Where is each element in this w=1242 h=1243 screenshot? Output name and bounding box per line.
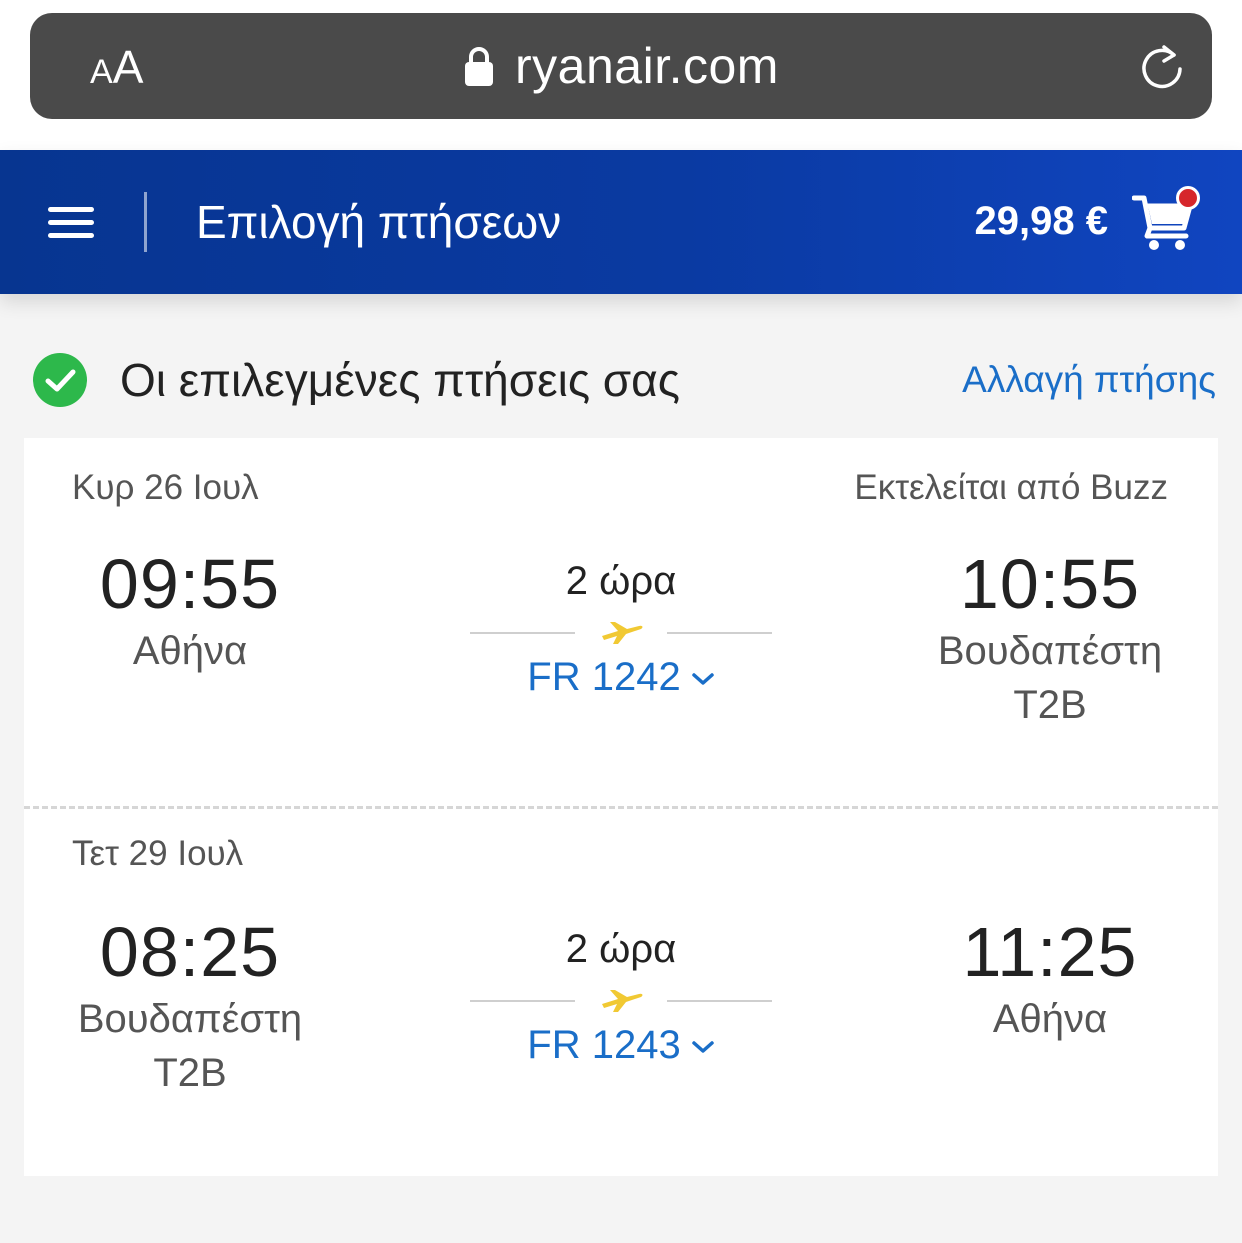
flight-number: FR 1243 [527,1023,681,1067]
flights-card: Κυρ 26 Ιουλ Εκτελείται από Buzz 09:55 Αθ… [24,438,1218,1176]
app-header: Επιλογή πτήσεων 29,98 € [0,150,1242,294]
arrival-info: 10:55 Βουδαπέστη T2B [910,544,1190,732]
section-title: Οι επιλεγμένες πτήσεις σας [120,354,680,406]
arrival-terminal: T2B [1013,683,1087,727]
header-divider [144,192,147,252]
lock-icon [465,47,494,86]
flight-route: 2 ώρα FR 1243 [470,924,772,1070]
cart-total[interactable]: 29,98 € [975,196,1108,246]
arrival-city: Βουδαπέστη [937,629,1163,673]
departure-time: 09:55 [99,545,281,623]
selected-flights-header: Οι επιλεγμένες πτήσεις σας Αλλαγή πτήσης [0,340,1242,420]
flight-operator: Εκτελείται από Buzz [854,468,1168,507]
arrival-info: 11:25 Αθήνα [910,912,1190,1046]
menu-icon[interactable] [48,207,96,239]
flight-route: 2 ώρα FR 1242 [470,556,772,702]
arrival-time: 10:55 [959,545,1141,623]
flight-outbound: Κυρ 26 Ιουλ Εκτελείται από Buzz 09:55 Αθ… [24,438,1218,809]
cart-badge [1176,186,1200,210]
departure-info: 09:55 Αθήνα [70,544,310,678]
route-line [470,612,772,652]
arrival-city: Αθήνα [992,997,1108,1041]
change-flight-link[interactable]: Αλλαγή πτήσης [962,358,1216,402]
flight-number: FR 1242 [527,655,681,699]
route-line [470,980,772,1020]
arrival-time: 11:25 [962,913,1138,991]
reload-icon[interactable] [1136,41,1188,93]
plane-icon [602,622,643,644]
chevron-down-icon [691,1041,714,1054]
flight-return: Τετ 29 Ιουλ 08:25 Βουδαπέστη T2B 2 ώρα F… [24,808,1218,1176]
page-title: Επιλογή πτήσεων [196,196,562,248]
flight-duration: 2 ώρα [565,927,677,971]
departure-info: 08:25 Βουδαπέστη T2B [70,912,310,1100]
flight-number-toggle[interactable]: FR 1243 [470,1020,772,1070]
url-text: ryanair.com [515,38,779,94]
plane-icon [602,990,643,1012]
flight-date: Κυρ 26 Ιουλ [72,468,259,507]
departure-city: Βουδαπέστη [77,997,303,1041]
url-bar[interactable]: AA ryanair.com [30,13,1212,119]
departure-terminal: T2B [153,1051,227,1095]
check-circle-icon [33,353,87,407]
flight-date: Τετ 29 Ιουλ [72,834,244,873]
flight-duration: 2 ώρα [565,559,677,603]
flight-number-toggle[interactable]: FR 1242 [470,652,772,702]
browser-chrome: AA ryanair.com [0,0,1242,150]
url-display[interactable]: ryanair.com [30,13,1212,119]
departure-time: 08:25 [99,913,281,991]
departure-city: Αθήνα [132,629,248,673]
chevron-down-icon [691,673,714,686]
